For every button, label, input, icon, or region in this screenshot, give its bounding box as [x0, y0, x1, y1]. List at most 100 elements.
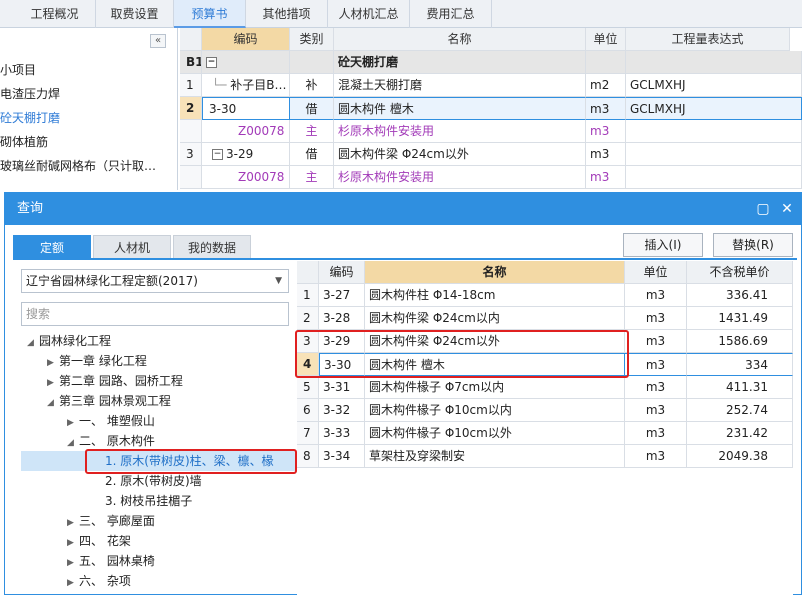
tree-node-root[interactable]: ◢ 园林绿化工程	[27, 331, 111, 351]
grid-cell-expr[interactable]	[626, 120, 802, 143]
replace-button[interactable]: 替换(R)	[713, 233, 793, 257]
grid-cell-type[interactable]: 借	[290, 97, 334, 120]
tree-node-pavilion-roof[interactable]: ▶ 三、 亭廊屋面	[67, 511, 155, 531]
tree-node-branch-valance[interactable]: 3. 树枝吊挂楣子	[105, 491, 192, 511]
tree-node-chapter-2[interactable]: ▶ 第二章 园路、园桥工程	[47, 371, 183, 391]
grid-cell-code-editing[interactable]: 3-30	[202, 97, 290, 120]
left-item-small-project[interactable]: 小项目	[0, 60, 36, 80]
table-cell-unit[interactable]: m3	[625, 422, 687, 445]
collapsed-arrow-icon[interactable]: ▶	[47, 373, 59, 393]
grid-cell-expr[interactable]: GCLMXHJ	[626, 97, 802, 120]
table-cell-price[interactable]: 411.31	[687, 376, 793, 399]
tree-node-chapter-1[interactable]: ▶ 第一章 绿化工程	[47, 351, 147, 371]
table-cell-code[interactable]: 3-31	[319, 376, 365, 399]
tree-node-rockery[interactable]: ▶ 一、 堆塑假山	[67, 411, 155, 431]
left-item-electroslag-welding[interactable]: 电渣压力焊	[0, 84, 60, 104]
table-cell-unit[interactable]: m3	[625, 399, 687, 422]
search-input[interactable]: 搜索	[21, 302, 289, 326]
tab-cost-summary[interactable]: 费用汇总	[410, 0, 492, 28]
collapse-toggle-icon[interactable]: −	[212, 149, 223, 160]
grid-cell-unit[interactable]	[586, 51, 626, 74]
grid-cell-code[interactable]: −3-29	[202, 143, 290, 166]
grid-cell-name[interactable]: 混凝土天棚打磨	[334, 74, 586, 97]
grid-header-type[interactable]: 类别	[290, 28, 334, 51]
grid-cell-type[interactable]: 主	[290, 120, 334, 143]
tab-other-measures[interactable]: 其他措项	[246, 0, 328, 28]
collapse-toggle-icon[interactable]: −	[206, 57, 217, 68]
collapsed-arrow-icon[interactable]: ▶	[67, 573, 79, 593]
grid-cell-expr[interactable]	[626, 143, 802, 166]
quota-library-select[interactable]: 辽宁省园林绿化工程定额(2017) ▼	[21, 269, 289, 293]
collapsed-arrow-icon[interactable]: ▶	[67, 413, 79, 433]
table-cell-unit[interactable]: m3	[625, 307, 687, 330]
grid-cell-code[interactable]: Z00078	[202, 120, 290, 143]
dialog-tab-quota[interactable]: 定额	[13, 235, 91, 259]
collapse-panel-button[interactable]: «	[150, 34, 166, 48]
grid-cell-code[interactable]: −	[202, 51, 290, 74]
table-header-unit[interactable]: 单位	[625, 261, 687, 284]
grid-cell-type[interactable]: 主	[290, 166, 334, 189]
left-item-masonry-rebar[interactable]: 砌体植筋	[0, 132, 48, 152]
grid-cell-type[interactable]: 借	[290, 143, 334, 166]
grid-cell-name[interactable]: 砼天棚打磨	[334, 51, 586, 74]
table-cell-code[interactable]: 3-28	[319, 307, 365, 330]
grid-header-unit[interactable]: 单位	[586, 28, 626, 51]
dialog-title-bar[interactable]: 查询 ▢ ✕	[5, 193, 801, 225]
grid-cell-unit[interactable]: m3	[586, 166, 626, 189]
grid-cell-unit[interactable]: m3	[586, 97, 626, 120]
grid-cell-unit[interactable]: m2	[586, 74, 626, 97]
left-item-ceiling-grinding[interactable]: 砼天棚打磨	[0, 108, 60, 128]
grid-cell-expr[interactable]: GCLMXHJ	[626, 74, 802, 97]
expanded-arrow-icon[interactable]: ◢	[47, 393, 59, 413]
tree-node-log-walls[interactable]: 2. 原木(带树皮)墙	[105, 471, 202, 491]
table-cell-name[interactable]: 圆木构件椽子 Φ10cm以内	[365, 399, 625, 422]
table-cell-name[interactable]: 圆木构件椽子 Φ7cm以内	[365, 376, 625, 399]
tree-node-miscellaneous[interactable]: ▶ 六、 杂项	[67, 571, 131, 591]
table-header-price[interactable]: 不含税单价	[687, 261, 793, 284]
tab-labor-material-summary[interactable]: 人材机汇总	[328, 0, 410, 28]
collapsed-arrow-icon[interactable]: ▶	[67, 513, 79, 533]
grid-cell-name[interactable]: 圆木构件梁 Φ24cm以外	[334, 143, 586, 166]
table-cell-name[interactable]: 草架柱及穿梁制安	[365, 445, 625, 468]
table-cell-price[interactable]: 2049.38	[687, 445, 793, 468]
left-item-glass-fiber-mesh[interactable]: 玻璃丝耐碱网格布（只计取…	[0, 156, 156, 176]
close-icon[interactable]: ✕	[777, 193, 797, 225]
grid-cell-code[interactable]: └─ 补子目B…	[202, 74, 290, 97]
grid-cell-code[interactable]: Z00078	[202, 166, 290, 189]
table-cell-code[interactable]: 3-33	[319, 422, 365, 445]
table-cell-code[interactable]: 3-32	[319, 399, 365, 422]
tab-budget[interactable]: 预算书	[174, 0, 246, 28]
table-cell-price[interactable]: 1431.49	[687, 307, 793, 330]
dialog-tab-my-data[interactable]: 我的数据	[173, 235, 251, 259]
table-cell-name[interactable]: 圆木构件椽子 Φ10cm以外	[365, 422, 625, 445]
tab-project-overview[interactable]: 工程概况	[14, 0, 96, 28]
tree-node-garden-furniture[interactable]: ▶ 五、 园林桌椅	[67, 551, 155, 571]
maximize-icon[interactable]: ▢	[753, 193, 773, 225]
collapsed-arrow-icon[interactable]: ▶	[67, 533, 79, 553]
grid-header-code[interactable]: 编码	[202, 28, 290, 51]
grid-header-name[interactable]: 名称	[334, 28, 586, 51]
grid-cell-expr[interactable]	[626, 166, 802, 189]
table-cell-code[interactable]: 3-34	[319, 445, 365, 468]
table-cell-unit[interactable]: m3	[625, 284, 687, 307]
table-header-name[interactable]: 名称	[365, 261, 625, 284]
collapsed-arrow-icon[interactable]: ▶	[67, 553, 79, 573]
table-header-code[interactable]: 编码	[319, 261, 365, 284]
table-cell-price[interactable]: 231.42	[687, 422, 793, 445]
grid-cell-unit[interactable]: m3	[586, 120, 626, 143]
insert-button[interactable]: 插入(I)	[623, 233, 703, 257]
grid-cell-type[interactable]	[290, 51, 334, 74]
dialog-tab-labor-material[interactable]: 人材机	[93, 235, 171, 259]
grid-header-quantity-expr[interactable]: 工程量表达式	[626, 28, 790, 51]
grid-cell-name[interactable]: 杉原木构件安装用	[334, 120, 586, 143]
expanded-arrow-icon[interactable]: ◢	[27, 333, 39, 353]
table-cell-unit[interactable]: m3	[625, 376, 687, 399]
grid-cell-unit[interactable]: m3	[586, 143, 626, 166]
table-cell-price[interactable]: 1586.69	[687, 330, 793, 353]
tree-node-log-components[interactable]: ◢ 二、 原木构件	[67, 431, 155, 451]
table-cell-name[interactable]: 圆木构件梁 Φ24cm以内	[365, 307, 625, 330]
grid-cell-name[interactable]: 杉原木构件安装用	[334, 166, 586, 189]
table-cell-name[interactable]: 圆木构件柱 Φ14-18cm	[365, 284, 625, 307]
expanded-arrow-icon[interactable]: ◢	[67, 433, 79, 453]
table-cell-price[interactable]: 334	[687, 353, 793, 376]
